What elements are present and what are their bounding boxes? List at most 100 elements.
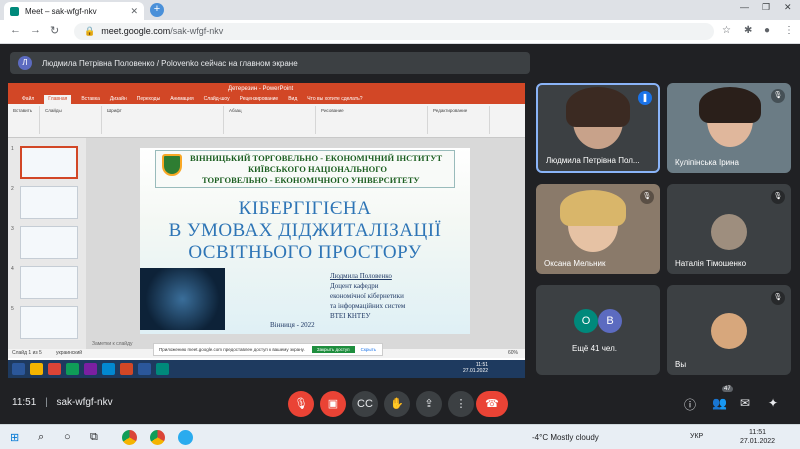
author-institution: ВТЕІ КНТЕУ <box>330 312 371 320</box>
app-icon <box>48 363 61 375</box>
profile-icon[interactable]: ● <box>764 25 770 36</box>
end-call-button[interactable]: ☎ <box>476 391 508 417</box>
slide-title-line-3: ОСВІТНЬОГО ПРОСТОРУ <box>188 242 422 263</box>
share-notice-text: Приложению meet.google.com предоставлен … <box>159 347 305 352</box>
participant-name: Куліпінська Ірина <box>675 158 739 167</box>
ribbon-tab: Переходы <box>136 96 161 102</box>
meeting-info: 11:51 | sak-wfgf-nkv <box>12 397 113 408</box>
close-window-icon[interactable]: ✕ <box>784 2 792 13</box>
forward-icon[interactable]: → <box>30 24 41 36</box>
slide-number: 3 <box>11 226 14 232</box>
search-icon[interactable]: ⌕ <box>38 431 44 444</box>
institute-line-3: ТОРГОВЕЛЬНО - ЕКОНОМІЧНОГО УНІВЕРСИТЕТУ <box>202 175 420 185</box>
participant-name: Вы <box>675 360 687 369</box>
author-department-2: та інформаційних систем <box>330 302 406 310</box>
windows-taskbar: ⊞ ⌕ ○ ⧉ -4°C Mostly cloudy УКР 11:51 27.… <box>0 424 800 449</box>
mic-toggle-button[interactable]: 🎙 <box>288 391 314 417</box>
participant-tile[interactable]: 🎙 Куліпінська Ірина <box>667 83 791 173</box>
windows-start-icon[interactable]: ⊞ <box>10 431 19 444</box>
shared-screen: Детерезин - PowerPoint Файл Главная Вста… <box>8 83 525 378</box>
meet-favicon-icon <box>10 6 19 16</box>
browser-tab[interactable]: Meet – sak-wfgf-nkv ✕ <box>4 2 144 20</box>
participant-avatar: O <box>574 309 598 333</box>
clock-time: 11:51 <box>749 429 767 436</box>
address-bar[interactable]: 🔒 meet.google.com/sak-wfgf-nkv <box>74 23 714 40</box>
browser-menu-icon[interactable]: ⋮ <box>784 25 794 36</box>
activities-icon[interactable]: ✦ <box>768 396 778 410</box>
more-participants-tile[interactable]: O B Ещё 41 чел. <box>536 285 660 375</box>
slide-number: 5 <box>11 306 14 312</box>
slide-thumbnail <box>20 146 78 179</box>
app-icon <box>30 363 43 375</box>
ribbon-tab: Файл <box>22 96 35 102</box>
task-view-icon[interactable]: ⧉ <box>90 431 98 444</box>
participant-tile[interactable]: ❚ Людмила Петрівна Пол... <box>536 83 660 173</box>
chrome-icon[interactable] <box>150 430 165 445</box>
ribbon-group-editing: Редактирование <box>430 106 490 134</box>
ribbon-tab: Слайд-шоу <box>203 96 230 102</box>
participant-hair <box>560 190 626 226</box>
people-icon[interactable]: 👥 <box>712 396 727 410</box>
meeting-info-separator: | <box>45 397 48 408</box>
status-language: украинский <box>56 350 83 356</box>
author-position: Доцент кафедри <box>330 282 379 290</box>
camera-toggle-button[interactable]: ▣ <box>320 391 346 417</box>
chat-icon[interactable]: ✉ <box>740 396 750 410</box>
url-host: meet.google.com <box>101 26 171 36</box>
city-year: Вінниця - 2022 <box>270 321 315 329</box>
slide-thumbnail <box>20 186 78 219</box>
maximize-icon[interactable]: ❐ <box>762 2 770 13</box>
ribbon-group-paragraph: Абзац <box>226 106 316 134</box>
powerpoint-title: Детерезин - PowerPoint <box>228 86 294 92</box>
institute-logo <box>162 154 182 176</box>
mic-off-icon: 🎙 <box>771 89 785 103</box>
tray-language[interactable]: УКР <box>690 433 703 440</box>
app-icon <box>120 363 133 375</box>
clock-date: 27.01.2022 <box>740 438 776 445</box>
ribbon-tabs: Файл Главная Вставка Дизайн Переходы Ани… <box>8 95 525 104</box>
minimize-icon[interactable]: — <box>740 2 749 12</box>
stop-sharing-button[interactable]: Закрыть доступ <box>311 346 355 353</box>
present-button[interactable]: ⇪ <box>416 391 442 417</box>
meeting-time: 11:51 <box>12 397 37 408</box>
shared-windows-taskbar <box>8 360 525 378</box>
reload-icon[interactable]: ↻ <box>50 24 59 37</box>
cortana-icon[interactable]: ○ <box>64 431 71 443</box>
tab-close-icon[interactable]: ✕ <box>130 6 138 17</box>
author-name: Людмила Половенко <box>330 272 392 280</box>
bookmark-star-icon[interactable]: ☆ <box>722 25 731 36</box>
weather-widget[interactable]: -4°C Mostly cloudy <box>532 433 599 442</box>
new-tab-button[interactable]: + <box>150 3 164 17</box>
ribbon-tab: Дизайн <box>109 96 127 102</box>
slide-number: 4 <box>11 266 14 272</box>
chrome-icon[interactable] <box>122 430 137 445</box>
back-icon[interactable]: ← <box>10 24 21 36</box>
tab-title: Meet – sak-wfgf-nkv <box>25 6 97 16</box>
participant-tile[interactable]: 🎙 Наталія Тімошенко <box>667 184 791 274</box>
extensions-icon[interactable]: ✱ <box>744 25 752 36</box>
participant-tile[interactable]: 🎙 Оксана Мельник <box>536 184 660 274</box>
mic-off-icon: 🎙 <box>771 291 785 305</box>
taskbar-clock[interactable]: 11:51 27.01.2022 <box>740 428 775 446</box>
lock-icon: 🔒 <box>84 26 96 36</box>
participant-hair <box>566 87 630 127</box>
captions-button[interactable]: CC <box>352 391 378 417</box>
ribbon-search: Что вы хотите сделать? <box>307 96 363 102</box>
mic-off-icon: 🎙 <box>771 190 785 204</box>
more-options-button[interactable]: ⋮ <box>448 391 474 417</box>
shared-clock-date: 27.01.2022 <box>463 368 489 374</box>
hide-notice-link[interactable]: Скрыть <box>361 347 376 352</box>
participants-count-badge: 47 <box>722 386 733 392</box>
slide-title-line-1: КІБЕРГІГІЄНА <box>238 198 372 219</box>
ribbon-group-drawing: Рисование <box>318 106 428 134</box>
mic-off-icon: 🎙 <box>640 190 654 204</box>
raise-hand-button[interactable]: ✋ <box>384 391 410 417</box>
slide-thumbnail <box>20 266 78 299</box>
telegram-icon[interactable] <box>178 430 193 445</box>
meeting-details-icon[interactable]: ⓘ <box>684 396 696 413</box>
ribbon-tab-active: Главная <box>44 95 72 104</box>
self-tile[interactable]: 🎙 Вы <box>667 285 791 375</box>
cyber-hand-image <box>140 268 225 330</box>
ribbon-group-slides: Слайды <box>42 106 102 134</box>
slide-canvas: ВІННИЦЬКИЙ ТОРГОВЕЛЬНО - ЕКОНОМІЧНИЙ ІНС… <box>86 138 525 358</box>
